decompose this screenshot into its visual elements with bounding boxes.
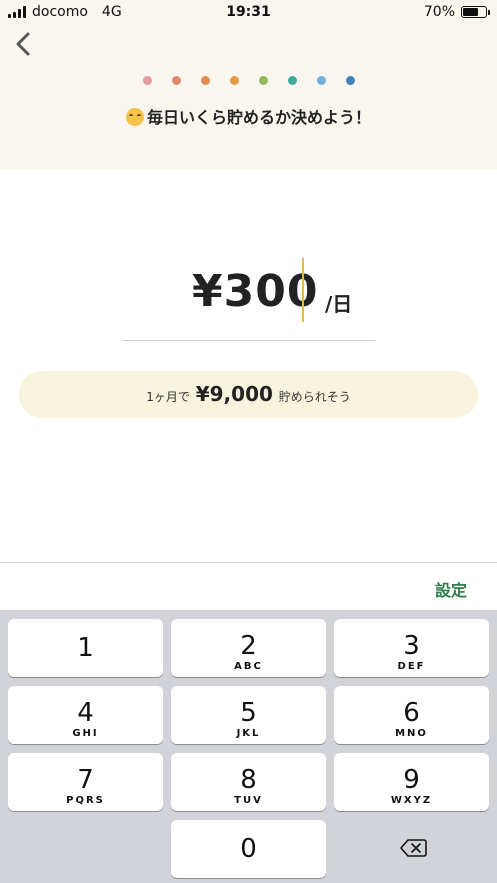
delete-button[interactable] [333,820,488,878]
key-digit: 2 [240,631,257,661]
monthly-estimate-banner: 1ヶ月で ¥9,000 貯められそう [19,371,478,418]
key-3[interactable]: 3 DEF [334,619,489,677]
progress-dot [142,76,152,85]
page-title-text: 毎日いくら貯めるか決めよう！ [146,108,371,127]
key-letters: PQRS [66,795,105,806]
numeric-keypad: 1 2 ABC 3 DEF 4 GHI 5 JKL 6 MNO 7 PQRS 8 TUV 9 WXYZ 0 [0,610,497,883]
progress-dots [0,76,497,85]
progress-dot [229,76,239,85]
key-9[interactable]: 9 WXYZ [334,753,489,811]
status-bar: docomo 4G 19:31 70% [0,0,497,24]
key-2[interactable]: 2 ABC [171,619,326,677]
key-0[interactable]: 0 [171,820,326,878]
key-letters: TUV [234,795,263,806]
key-letters: GHI [72,728,99,739]
key-digit: 1 [77,633,94,663]
backspace-icon [400,839,427,857]
estimate-suffix: 貯められそう [278,390,351,404]
key-letters: WXYZ [390,795,433,806]
key-digit: 5 [240,698,257,728]
key-digit: 6 [403,698,420,728]
amount-value: ¥300 [192,266,319,317]
hugging-face-emoji-icon [125,108,144,126]
amount-input[interactable]: ¥300 /日 [0,258,497,328]
text-caret [302,258,304,322]
key-digit: 7 [77,765,94,795]
key-digit: 0 [240,834,257,864]
page-title: 毎日いくら貯めるか決めよう！ [0,104,497,128]
key-8[interactable]: 8 TUV [171,753,326,811]
key-1[interactable]: 1 [8,619,163,677]
progress-dot [345,76,355,85]
header-area: docomo 4G 19:31 70% 毎日いくら貯めるか決めよう！ [0,0,497,170]
key-letters: MNO [395,728,428,739]
key-6[interactable]: 6 MNO [334,686,489,744]
chevron-left-icon [16,32,30,56]
keyboard-toolbar: 設定 [0,562,497,611]
key-4[interactable]: 4 GHI [8,686,163,744]
status-time: 19:31 [226,4,271,20]
key-digit: 8 [240,765,257,795]
key-5[interactable]: 5 JKL [171,686,326,744]
set-button[interactable]: 設定 [435,577,467,601]
key-letters: DEF [397,661,426,672]
status-right: 70% [423,4,490,20]
key-7[interactable]: 7 PQRS [8,753,163,811]
key-digit: 4 [77,698,94,728]
progress-dot [287,76,297,85]
key-digit: 9 [403,765,420,795]
estimate-value: ¥9,000 [195,382,273,406]
key-letters: JKL [236,728,261,739]
estimate-prefix: 1ヶ月で [146,390,190,404]
progress-dot [316,76,326,85]
progress-dot [171,76,181,85]
progress-dot [258,76,268,85]
back-button[interactable] [10,28,38,60]
amount-unit: /日 [325,292,353,316]
battery-percent: 70% [423,4,455,20]
progress-dot [200,76,210,85]
battery-icon [461,6,490,18]
key-letters: ABC [234,661,263,672]
amount-underline [123,340,375,341]
key-digit: 3 [403,631,420,661]
